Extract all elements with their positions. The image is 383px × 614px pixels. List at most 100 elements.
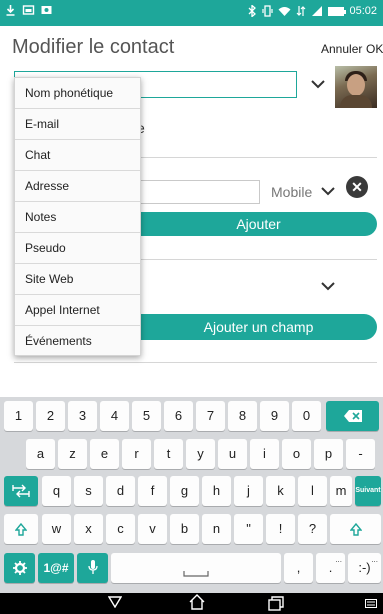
status-bar-right-icons: 05:02 (248, 5, 377, 17)
bluetooth-icon (249, 5, 257, 17)
key-8[interactable]: 8 (228, 401, 257, 431)
key-v[interactable]: v (138, 514, 167, 544)
key-r[interactable]: r (122, 439, 151, 469)
key-f[interactable]: f (138, 476, 167, 506)
gear-icon (12, 561, 27, 575)
space-bar-icon (183, 571, 209, 577)
key-h[interactable]: h (202, 476, 231, 506)
key-3[interactable]: 3 (68, 401, 97, 431)
key-q[interactable]: q (42, 476, 71, 506)
contact-photo[interactable] (335, 66, 377, 108)
key-x[interactable]: x (74, 514, 103, 544)
key-e[interactable]: e (90, 439, 119, 469)
vibrate-icon (262, 5, 274, 17)
recent-apps-icon[interactable] (268, 596, 284, 611)
remove-phone-button[interactable]: ✕ (346, 176, 368, 198)
key-l[interactable]: l (298, 476, 327, 506)
key-o[interactable]: o (282, 439, 311, 469)
keyboard-icon[interactable] (365, 599, 377, 608)
symbols-key[interactable]: 1@# (38, 553, 74, 583)
add-phone-button[interactable]: Ajouter (140, 212, 377, 236)
dropdown-item-phonetic-name[interactable]: Nom phonétique (15, 78, 140, 109)
key-g[interactable]: g (170, 476, 199, 506)
chevron-down-icon[interactable] (311, 80, 325, 89)
key-k[interactable]: k (266, 476, 295, 506)
key-y[interactable]: y (186, 439, 215, 469)
chevron-down-icon[interactable] (321, 187, 335, 196)
dropdown-item-notes[interactable]: Notes (15, 202, 140, 233)
period-key[interactable]: . ... (316, 553, 345, 583)
dropdown-item-website[interactable]: Site Web (15, 264, 140, 295)
smiley-key[interactable]: :-) ... (348, 553, 381, 583)
back-icon[interactable] (108, 596, 122, 608)
key-quote[interactable]: " (234, 514, 263, 544)
period-label: . (328, 560, 333, 575)
microphone-icon (87, 560, 98, 574)
backspace-key[interactable] (326, 401, 379, 431)
key-6[interactable]: 6 (164, 401, 193, 431)
add-field-button[interactable]: Ajouter un champ (140, 314, 377, 340)
wifi-icon (278, 6, 291, 16)
key-u[interactable]: u (218, 439, 247, 469)
status-bar-left-icons (4, 4, 53, 16)
cancel-button[interactable]: Annuler (321, 42, 362, 56)
key-1[interactable]: 1 (4, 401, 33, 431)
dropdown-item-chat[interactable]: Chat (15, 140, 140, 171)
dropdown-item-address[interactable]: Adresse (15, 171, 140, 202)
backspace-icon (343, 410, 362, 422)
settings-key[interactable] (4, 553, 35, 583)
download-icon (6, 5, 15, 16)
key-exclamation[interactable]: ! (266, 514, 295, 544)
key-i[interactable]: i (250, 439, 279, 469)
battery-icon (328, 6, 347, 16)
shift-key-right[interactable] (330, 514, 381, 544)
key-dash[interactable]: - (346, 439, 375, 469)
key-a[interactable]: a (26, 439, 55, 469)
next-key[interactable]: Suivant (355, 476, 381, 506)
phone-type-label[interactable]: Mobile (271, 184, 312, 200)
comma-key[interactable]: , (284, 553, 313, 583)
key-z[interactable]: z (58, 439, 87, 469)
home-icon[interactable] (189, 594, 205, 610)
smiley-label: :-) (358, 560, 371, 575)
shift-icon (14, 522, 28, 536)
dropdown-item-email[interactable]: E-mail (15, 109, 140, 140)
smiley-hint: ... (371, 555, 378, 564)
page-title: Modifier le contact (12, 36, 175, 58)
space-key[interactable] (111, 553, 281, 583)
dropdown-item-nickname[interactable]: Pseudo (15, 233, 140, 264)
keyboard: 1 2 3 4 5 6 7 8 9 0 a z e r t y u i o p … (0, 397, 383, 593)
shift-key-left[interactable] (4, 514, 38, 544)
key-d[interactable]: d (106, 476, 135, 506)
status-time: 05:02 (349, 5, 377, 17)
key-4[interactable]: 4 (100, 401, 129, 431)
key-7[interactable]: 7 (196, 401, 225, 431)
key-9[interactable]: 9 (260, 401, 289, 431)
tab-key[interactable] (4, 476, 38, 506)
key-s[interactable]: s (74, 476, 103, 506)
key-5[interactable]: 5 (132, 401, 161, 431)
key-b[interactable]: b (170, 514, 199, 544)
key-t[interactable]: t (154, 439, 183, 469)
key-2[interactable]: 2 (36, 401, 65, 431)
period-hint: ... (335, 555, 342, 564)
voice-input-key[interactable] (77, 553, 108, 583)
key-p[interactable]: p (314, 439, 343, 469)
navigation-bar (0, 593, 383, 614)
key-c[interactable]: c (106, 514, 135, 544)
dropdown-item-events[interactable]: Événements (15, 326, 140, 357)
image-notification-icon (22, 5, 35, 15)
key-m[interactable]: m (330, 476, 352, 506)
chevron-down-icon[interactable] (321, 282, 335, 291)
key-question[interactable]: ? (298, 514, 327, 544)
key-n[interactable]: n (202, 514, 231, 544)
key-0[interactable]: 0 (292, 401, 321, 431)
signal-icon (312, 6, 323, 16)
field-type-dropdown: Nom phonétique E-mail Chat Adresse Notes… (14, 77, 141, 356)
dropdown-item-internet-call[interactable]: Appel Internet (15, 295, 140, 326)
ok-button[interactable]: OK (366, 42, 383, 56)
key-w[interactable]: w (42, 514, 71, 544)
data-transfer-icon (297, 6, 306, 16)
key-j[interactable]: j (234, 476, 263, 506)
phone-field[interactable] (140, 180, 260, 204)
